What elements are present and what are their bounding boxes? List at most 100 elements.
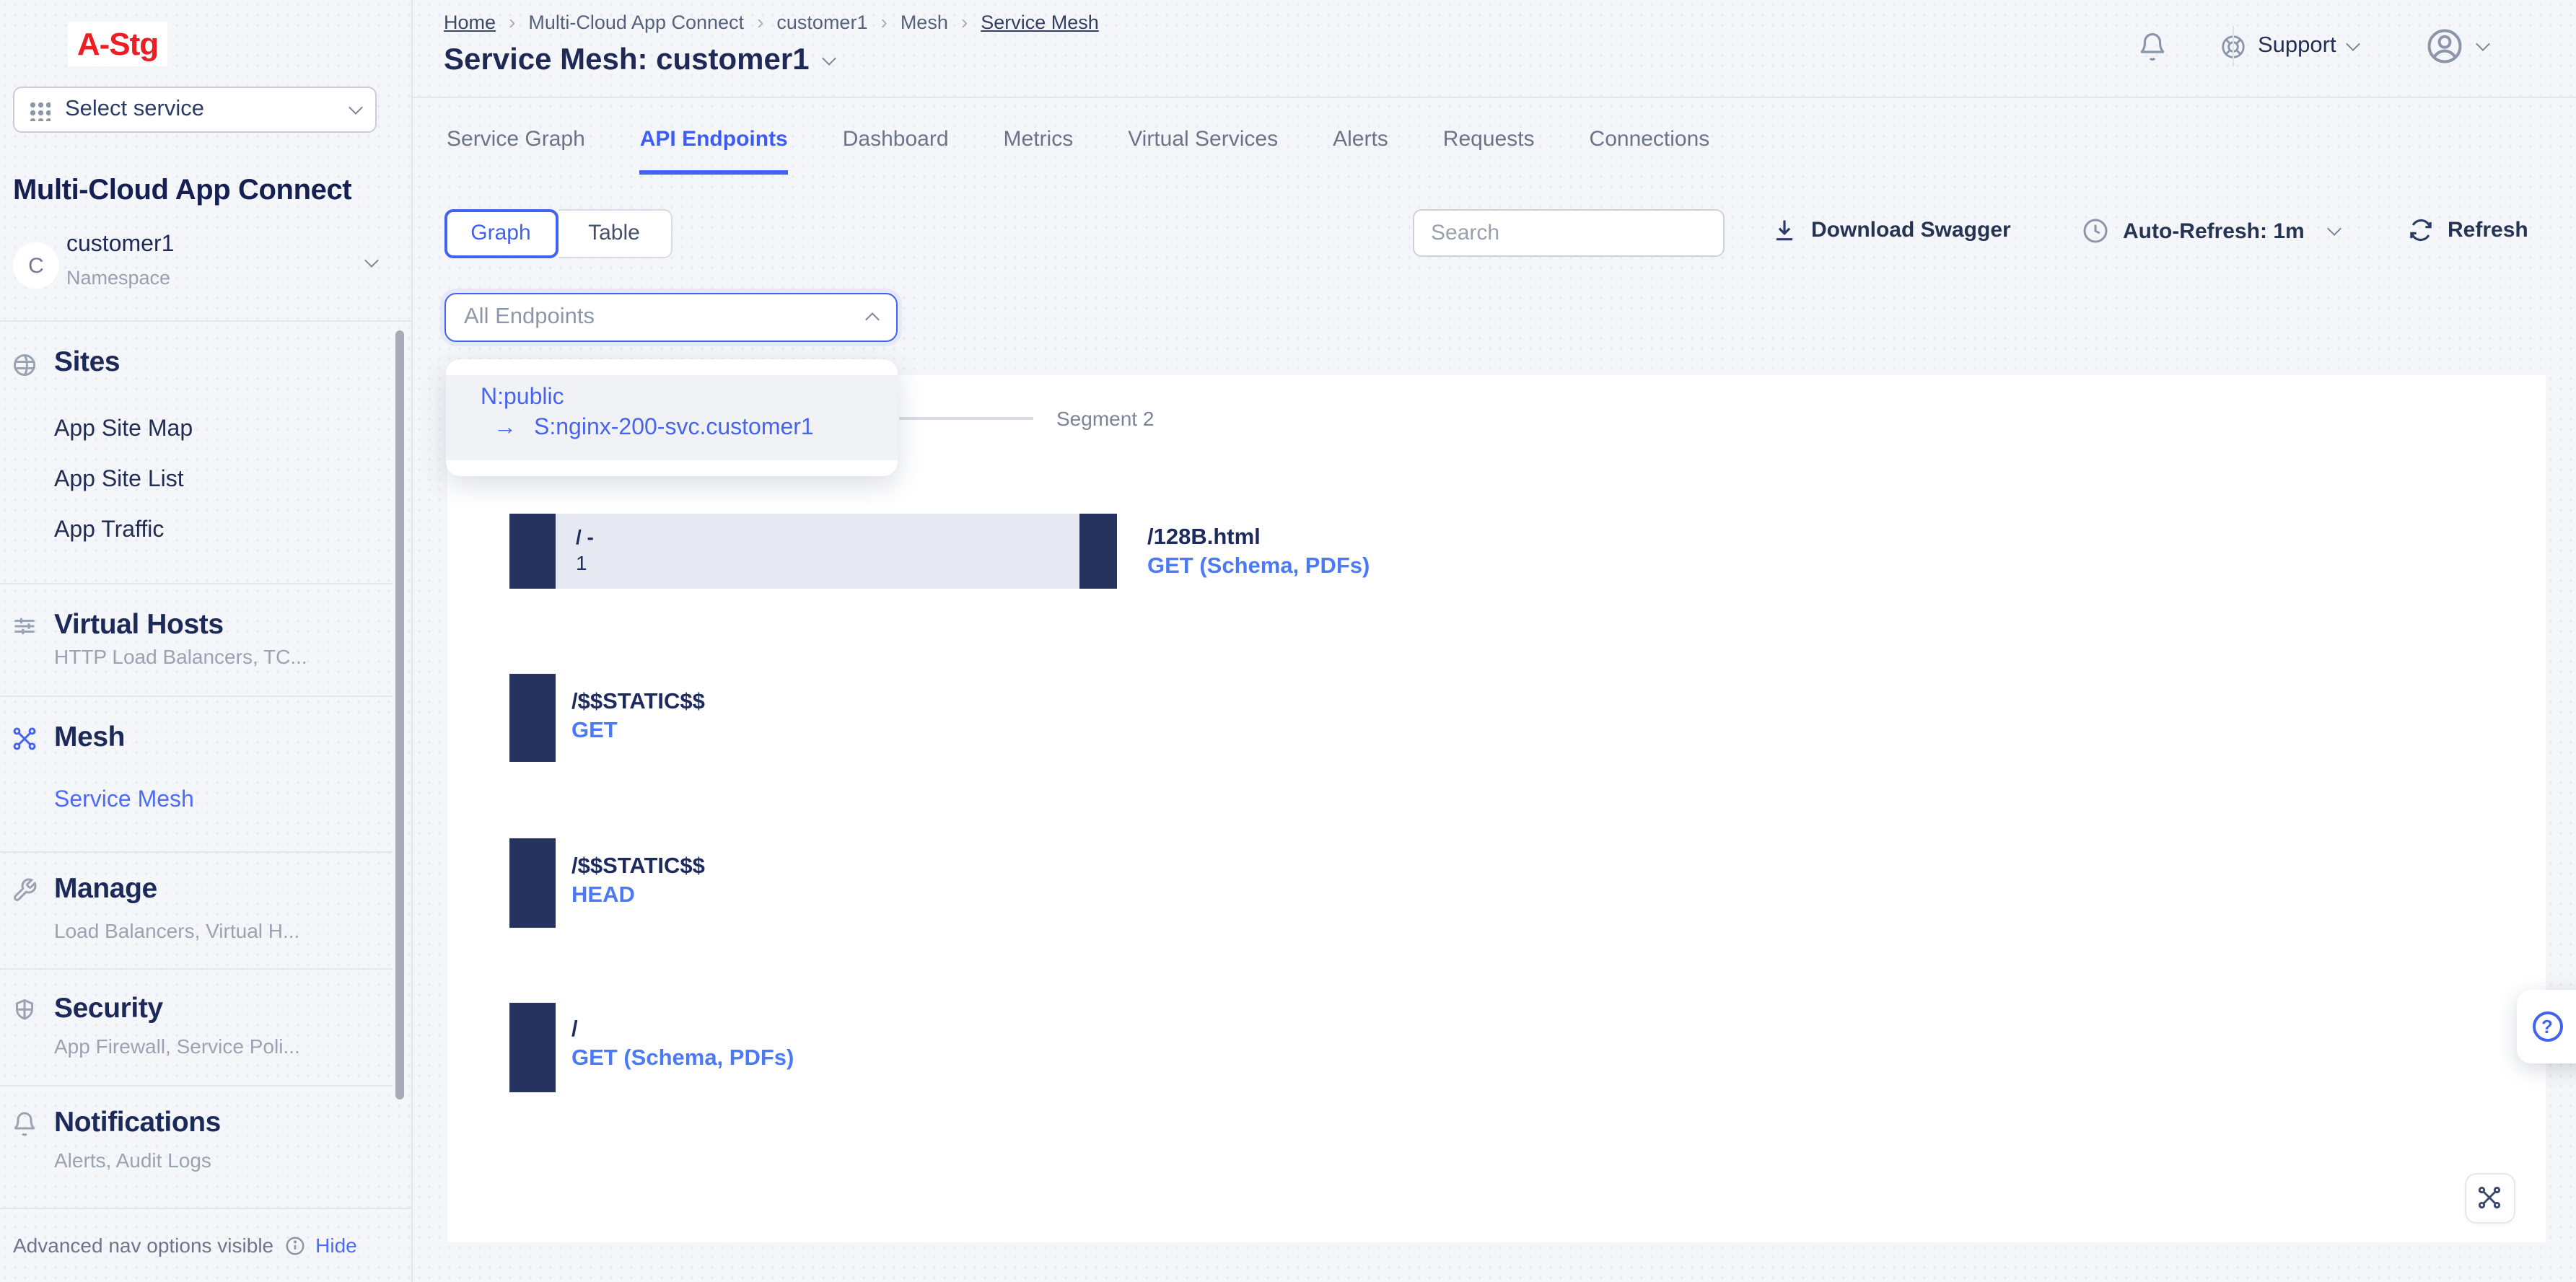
divider: [0, 968, 393, 970]
support-label: Support: [2258, 33, 2336, 59]
header-divider: [412, 96, 2576, 97]
endpoint-filter-value: All Endpoints: [464, 304, 595, 330]
segment-connector-line: [899, 417, 1033, 419]
chevron-down-icon: [2346, 37, 2360, 51]
endpoint-bar[interactable]: [509, 674, 556, 762]
auto-refresh-label: Auto-Refresh: 1m: [2123, 219, 2305, 243]
breadcrumb-home[interactable]: Home: [444, 12, 496, 33]
support-menu[interactable]: Support: [2219, 32, 2358, 60]
help-button[interactable]: ?: [2516, 990, 2576, 1063]
fit-view-button[interactable]: [2464, 1172, 2515, 1223]
endpoint-option-service: S:nginx-200-svc.customer1: [534, 415, 814, 441]
endpoint-filter-select[interactable]: All Endpoints: [444, 292, 897, 342]
sidebar: A-Stg Select service Multi-Cloud App Con…: [0, 0, 412, 1282]
sidebar-section-virtual-hosts[interactable]: Virtual Hosts: [54, 609, 224, 642]
endpoint-label[interactable]: /$$STATIC$$ GET: [571, 688, 705, 745]
namespace-name: customer1: [66, 232, 174, 258]
auto-refresh-dropdown[interactable]: Auto-Refresh: 1m: [2081, 216, 2339, 245]
sidebar-item-app-site-map[interactable]: App Site Map: [54, 417, 193, 443]
download-swagger-button[interactable]: Download Swagger: [1771, 216, 2011, 244]
select-service-dropdown[interactable]: Select service: [13, 87, 377, 133]
refresh-button[interactable]: Refresh: [2407, 216, 2528, 244]
namespace-chevron-icon[interactable]: [364, 253, 379, 268]
view-toggle: Graph Table: [444, 208, 672, 258]
chevron-right-icon: ›: [509, 9, 515, 32]
breadcrumb-item[interactable]: Multi-Cloud App Connect: [528, 12, 744, 33]
breadcrumb-item[interactable]: Mesh: [901, 12, 948, 33]
tab-connections[interactable]: Connections: [1590, 127, 1710, 175]
wrench-icon: [12, 877, 38, 903]
breadcrumb: Home › Multi-Cloud App Connect › custome…: [444, 12, 1099, 33]
mesh-fit-icon: [2476, 1185, 2502, 1211]
grid-dots-icon: [29, 99, 51, 120]
endpoint-bar[interactable]: [509, 514, 556, 589]
sidebar-item-app-traffic[interactable]: App Traffic: [54, 518, 164, 544]
bell-icon: [12, 1111, 38, 1137]
product-title: Multi-Cloud App Connect: [13, 175, 351, 208]
chevron-right-icon: ›: [880, 9, 887, 32]
endpoint-span-bar[interactable]: [556, 514, 1079, 589]
sidebar-item-service-mesh[interactable]: Service Mesh: [54, 788, 194, 814]
account-menu[interactable]: [2424, 26, 2488, 66]
endpoint-label[interactable]: / GET (Schema, PDFs): [571, 1016, 794, 1072]
topbar-actions: Support: [2137, 20, 2488, 72]
globe-icon: [12, 352, 38, 378]
endpoint-bar[interactable]: [1079, 514, 1117, 589]
endpoint-bar[interactable]: [509, 1002, 556, 1092]
refresh-icon: [2407, 216, 2435, 244]
namespace-avatar: C: [13, 242, 59, 289]
sidebar-section-security[interactable]: Security: [54, 993, 163, 1026]
page-title: Service Mesh: customer1: [444, 43, 810, 78]
notifications-bell-icon[interactable]: [2137, 31, 2167, 61]
download-icon: [1771, 216, 1798, 244]
chevron-right-icon: ›: [961, 9, 968, 32]
tab-dashboard[interactable]: Dashboard: [843, 127, 949, 175]
endpoint-option[interactable]: N:public → S:nginx-200-svc.customer1: [446, 374, 898, 460]
namespace-sublabel: Namespace: [66, 267, 170, 289]
tab-requests[interactable]: Requests: [1443, 127, 1535, 175]
chevron-down-icon: [2476, 37, 2490, 51]
sidebar-section-notifications[interactable]: Notifications: [54, 1107, 221, 1140]
sidebar-section-manage[interactable]: Manage: [54, 873, 157, 906]
graph-view-button[interactable]: Graph: [444, 208, 558, 258]
divider: [0, 320, 412, 321]
endpoint-label[interactable]: /128B.html GET (Schema, PDFs): [1147, 524, 1370, 580]
select-service-label: Select service: [65, 97, 336, 123]
logo: A-Stg: [68, 22, 167, 66]
endpoint-label[interactable]: /$$STATIC$$ HEAD: [571, 853, 705, 909]
question-mark-icon: ?: [2532, 1011, 2562, 1042]
tab-bar: Service Graph API Endpoints Dashboard Me…: [447, 127, 1709, 175]
sidebar-section-mesh[interactable]: Mesh: [54, 721, 125, 755]
endpoint-bar[interactable]: [509, 838, 556, 927]
endpoint-span-label: / - 1: [576, 525, 594, 576]
endpoint-filter-dropdown: N:public → S:nginx-200-svc.customer1: [446, 359, 898, 476]
sliders-icon: [12, 613, 38, 639]
tab-alerts[interactable]: Alerts: [1333, 127, 1388, 175]
search-input[interactable]: [1412, 208, 1724, 256]
clock-icon: [2081, 216, 2110, 245]
app-viewport: A-Stg Select service Multi-Cloud App Con…: [0, 0, 2576, 1282]
tab-virtual-services[interactable]: Virtual Services: [1128, 127, 1278, 175]
tab-api-endpoints[interactable]: API Endpoints: [640, 127, 788, 175]
breadcrumb-current[interactable]: Service Mesh: [981, 12, 1099, 33]
sidebar-section-subtitle: Alerts, Audit Logs: [54, 1149, 211, 1172]
info-icon[interactable]: [284, 1234, 305, 1256]
avatar-icon: [2424, 26, 2465, 66]
hide-nav-link[interactable]: Hide: [315, 1234, 357, 1257]
chevron-down-icon: [349, 100, 363, 115]
sidebar-item-app-site-list[interactable]: App Site List: [54, 467, 184, 493]
sidebar-scrollbar[interactable]: [395, 330, 404, 1099]
table-view-button[interactable]: Table: [558, 208, 672, 258]
tab-service-graph[interactable]: Service Graph: [447, 127, 585, 175]
chevron-right-icon: ›: [757, 9, 763, 32]
divider: [2232, 26, 2233, 66]
breadcrumb-item[interactable]: customer1: [776, 12, 867, 33]
sidebar-section-sites[interactable]: Sites: [54, 346, 120, 379]
title-chevron-icon[interactable]: [822, 51, 836, 66]
divider: [0, 695, 393, 696]
mesh-icon: [12, 726, 38, 752]
page-title-row: Service Mesh: customer1: [444, 43, 834, 78]
sidebar-section-subtitle: App Firewall, Service Poli...: [54, 1035, 300, 1058]
tab-metrics[interactable]: Metrics: [1004, 127, 1074, 175]
download-swagger-label: Download Swagger: [1811, 218, 2011, 242]
